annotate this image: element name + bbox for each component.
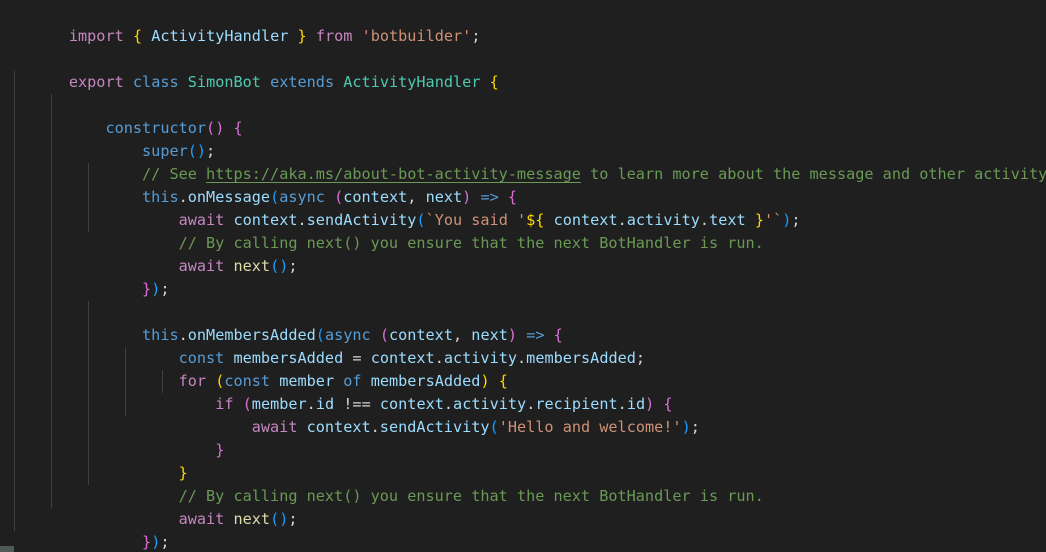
code-line-text: }	[178, 464, 188, 482]
code-line-text: import { ActivityHandler } from 'botbuil…	[68, 27, 481, 45]
code-line-text: await context.sendActivity(`You said '${…	[178, 211, 801, 229]
code-editor[interactable]: import { ActivityHandler } from 'botbuil…	[0, 0, 1046, 552]
code-line-text: super();	[142, 142, 216, 160]
code-line: export class SimonBot extends ActivityHa…	[0, 48, 1046, 91]
code-line-text: this.onMembersAdded(async (context, next…	[142, 326, 563, 344]
comment-url[interactable]: https://aka.ms/about-bot-activity-messag…	[206, 165, 581, 183]
indent-guide	[88, 301, 89, 324]
indent-guide	[51, 232, 52, 255]
code-line-text: constructor() {	[105, 119, 243, 137]
indent-guide	[14, 439, 15, 462]
indent-guide	[51, 439, 52, 462]
code-line: import { ActivityHandler } from 'botbuil…	[0, 2, 1046, 45]
indent-guides	[0, 301, 1046, 324]
indent-guide	[51, 370, 52, 393]
indent-guide	[14, 71, 15, 94]
indent-guide	[14, 232, 15, 255]
code-line: const membersAdded = context.activity.me…	[0, 301, 1046, 367]
code-line: super();	[0, 94, 1046, 160]
indent-guide	[51, 117, 52, 140]
indent-guide	[51, 163, 52, 186]
indent-guide	[14, 508, 15, 531]
indent-guide	[51, 209, 52, 232]
indent-guide	[51, 278, 52, 301]
indent-guide	[51, 255, 52, 278]
indent-guide	[14, 324, 15, 347]
indent-guide	[51, 416, 52, 439]
indent-guide	[14, 485, 15, 508]
indent-guide	[14, 462, 15, 485]
indent-guide	[51, 301, 52, 324]
indent-guide	[14, 370, 15, 393]
indent-guide	[14, 94, 15, 117]
code-line-text: // See https://aka.ms/about-bot-activity…	[142, 165, 1046, 183]
indent-guide	[51, 94, 52, 117]
indent-guide	[14, 416, 15, 439]
horizontal-scrollbar-thumb[interactable]	[0, 546, 14, 552]
code-line-text: });	[142, 280, 170, 298]
indent-guide	[14, 301, 15, 324]
indent-guide	[14, 186, 15, 209]
indent-guide	[51, 347, 52, 370]
indent-guide	[14, 140, 15, 163]
indent-guide	[51, 324, 52, 347]
code-line-text: for (const member of membersAdded) {	[178, 372, 508, 390]
code-line-text: if (member.id !== context.activity.recip…	[215, 395, 673, 413]
code-line-text: // By calling next() you ensure that the…	[178, 487, 764, 505]
indent-guide	[51, 485, 52, 508]
code-line-text: this.onMessage(async (context, next) => …	[142, 188, 518, 206]
indent-guide	[14, 255, 15, 278]
indent-guide	[51, 393, 52, 416]
code-line-text: const membersAdded = context.activity.me…	[178, 349, 646, 367]
indent-guide	[14, 393, 15, 416]
indent-guide	[14, 347, 15, 370]
code-line-text: await next();	[178, 510, 298, 528]
indent-guide	[14, 209, 15, 232]
code-line-text: }	[215, 441, 225, 459]
code-content[interactable]: import { ActivityHandler } from 'botbuil…	[0, 0, 1046, 552]
indent-guide	[14, 163, 15, 186]
indent-guide	[14, 117, 15, 140]
indent-guide	[51, 186, 52, 209]
code-line-text: // By calling next() you ensure that the…	[178, 234, 764, 252]
indent-guide	[14, 278, 15, 301]
indent-guide	[51, 462, 52, 485]
code-line-text: });	[142, 533, 170, 551]
indent-guides	[0, 94, 1046, 117]
code-line-text: await context.sendActivity('Hello and we…	[251, 418, 700, 436]
code-line-text: await next();	[178, 257, 298, 275]
code-line-text: export class SimonBot extends ActivityHa…	[68, 73, 499, 91]
indent-guide	[51, 140, 52, 163]
